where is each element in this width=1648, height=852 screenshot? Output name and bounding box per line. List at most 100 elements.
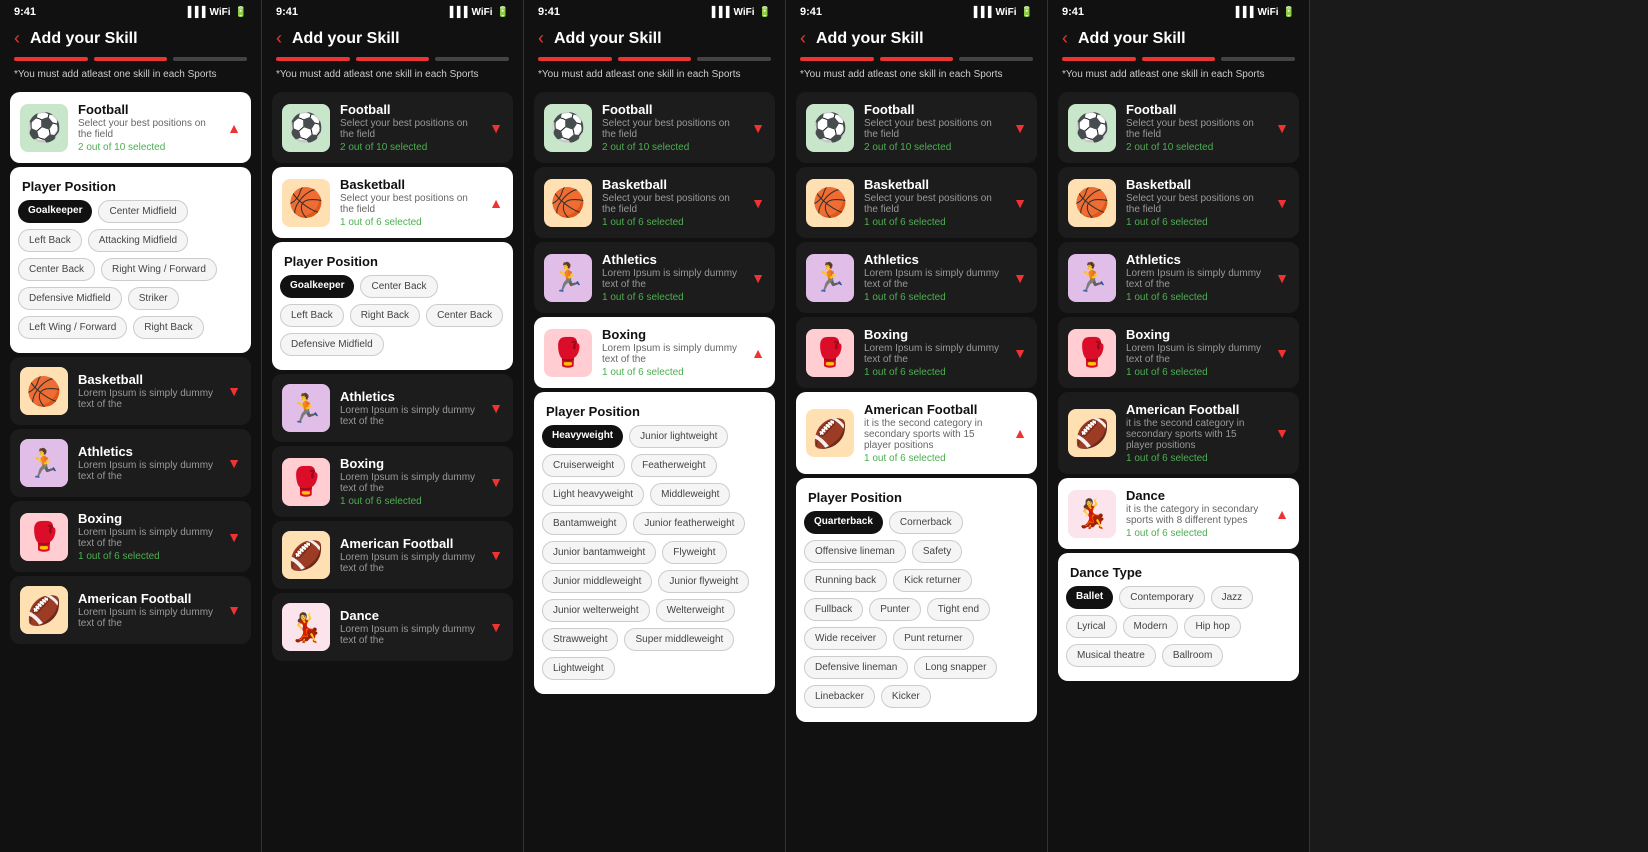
tag-0[interactable]: Quarterback	[804, 511, 883, 534]
tag-1[interactable]: Junior lightweight	[629, 425, 728, 448]
sport-card-football[interactable]: ⚽ Football Select your best positions on…	[796, 92, 1037, 163]
back-button[interactable]: ‹	[538, 28, 544, 49]
sport-card-boxing[interactable]: 🥊 Boxing Lorem Ipsum is simply dummy tex…	[1058, 317, 1299, 388]
sport-card-american-football[interactable]: 🏈 American Football Lorem Ipsum is simpl…	[272, 521, 513, 589]
tag-3[interactable]: Safety	[912, 540, 962, 563]
tag-12[interactable]: Long snapper	[914, 656, 997, 679]
sport-card-football-expanded[interactable]: ⚽ Football Select your best positions on…	[10, 92, 251, 163]
tag-14[interactable]: Strawweight	[542, 628, 618, 651]
tag-1[interactable]: Contemporary	[1119, 586, 1204, 609]
scroll-area[interactable]: ⚽ Football Select your best positions on…	[0, 88, 261, 850]
tag-8[interactable]: Left Wing / Forward	[18, 316, 127, 339]
tag-6[interactable]: Fullback	[804, 598, 863, 621]
tag-10[interactable]: Junior middleweight	[542, 570, 652, 593]
sport-card-american-football-expanded[interactable]: 🏈 American Football it is the second cat…	[796, 392, 1037, 474]
tag-7[interactable]: Junior featherweight	[633, 512, 745, 535]
tag-4[interactable]: Center Back	[18, 258, 95, 281]
tag-7[interactable]: Striker	[128, 287, 179, 310]
tag-1[interactable]: Center Back	[360, 275, 437, 298]
tag-5[interactable]: Kick returner	[893, 569, 972, 592]
back-button[interactable]: ‹	[1062, 28, 1068, 49]
tag-2[interactable]: Cruiserweight	[542, 454, 625, 477]
sport-card-boxing[interactable]: 🥊 Boxing Lorem Ipsum is simply dummy tex…	[796, 317, 1037, 388]
tag-7[interactable]: Punter	[869, 598, 920, 621]
sport-card-football[interactable]: ⚽ Football Select your best positions on…	[1058, 92, 1299, 163]
tag-15[interactable]: Super middleweight	[624, 628, 734, 651]
sport-desc: it is the second category in secondary s…	[1126, 418, 1265, 451]
tag-0[interactable]: Goalkeeper	[18, 200, 92, 223]
sport-card-athletics[interactable]: 🏃 Athletics Lorem Ipsum is simply dummy …	[10, 429, 251, 497]
tag-4[interactable]: Center Back	[426, 304, 503, 327]
tag-5[interactable]: Hip hop	[1184, 615, 1240, 638]
tag-5[interactable]: Middleweight	[650, 483, 730, 506]
sport-card-football[interactable]: ⚽ Football Select your best positions on…	[534, 92, 775, 163]
scroll-area[interactable]: ⚽ Football Select your best positions on…	[262, 88, 523, 850]
sport-desc: Select your best positions on the field	[864, 118, 1003, 140]
sport-icon: 🏈	[1068, 409, 1116, 457]
sport-desc: Lorem Ipsum is simply dummy text of the	[78, 607, 217, 629]
tag-12[interactable]: Junior welterweight	[542, 599, 650, 622]
tag-8[interactable]: Junior bantamweight	[542, 541, 656, 564]
tag-1[interactable]: Center Midfield	[98, 200, 187, 223]
tag-11[interactable]: Junior flyweight	[658, 570, 749, 593]
sport-card-boxing[interactable]: 🥊 Boxing Lorem Ipsum is simply dummy tex…	[10, 501, 251, 572]
scroll-area[interactable]: ⚽ Football Select your best positions on…	[786, 88, 1047, 850]
tag-3[interactable]: Right Back	[350, 304, 420, 327]
tag-6[interactable]: Defensive Midfield	[18, 287, 122, 310]
tag-13[interactable]: Linebacker	[804, 685, 875, 708]
tag-2[interactable]: Left Back	[18, 229, 82, 252]
sport-icon: 🏃	[544, 254, 592, 302]
sport-card-athletics[interactable]: 🏃 Athletics Lorem Ipsum is simply dummy …	[796, 242, 1037, 313]
sport-card-football[interactable]: ⚽ Football Select your best positions on…	[272, 92, 513, 163]
tag-10[interactable]: Punt returner	[893, 627, 973, 650]
tag-2[interactable]: Jazz	[1211, 586, 1254, 609]
scroll-area[interactable]: ⚽ Football Select your best positions on…	[1048, 88, 1309, 850]
tag-5[interactable]: Defensive Midfield	[280, 333, 384, 356]
sport-card-boxing[interactable]: 🥊 Boxing Lorem Ipsum is simply dummy tex…	[272, 446, 513, 517]
sport-desc: Lorem Ipsum is simply dummy text of the	[1126, 343, 1265, 365]
tag-9[interactable]: Wide receiver	[804, 627, 887, 650]
back-button[interactable]: ‹	[14, 28, 20, 49]
sport-card-basketball[interactable]: 🏀 Basketball Select your best positions …	[1058, 167, 1299, 238]
tag-4[interactable]: Running back	[804, 569, 887, 592]
tag-9[interactable]: Right Back	[133, 316, 203, 339]
tag-3[interactable]: Lyrical	[1066, 615, 1117, 638]
sport-card-boxing-expanded[interactable]: 🥊 Boxing Lorem Ipsum is simply dummy tex…	[534, 317, 775, 388]
tag-7[interactable]: Ballroom	[1162, 644, 1223, 667]
tag-3[interactable]: Featherweight	[631, 454, 716, 477]
tag-6[interactable]: Musical theatre	[1066, 644, 1156, 667]
scroll-area[interactable]: ⚽ Football Select your best positions on…	[524, 88, 785, 850]
tag-0[interactable]: Goalkeeper	[280, 275, 354, 298]
sport-card-american-football[interactable]: 🏈 American Football Lorem Ipsum is simpl…	[10, 576, 251, 644]
sport-card-basketball[interactable]: 🏀 Basketball Select your best positions …	[534, 167, 775, 238]
back-button[interactable]: ‹	[276, 28, 282, 49]
tag-13[interactable]: Welterweight	[656, 599, 736, 622]
tag-6[interactable]: Bantamweight	[542, 512, 627, 535]
sport-card-athletics[interactable]: 🏃 Athletics Lorem Ipsum is simply dummy …	[1058, 242, 1299, 313]
sport-card-athletics[interactable]: 🏃 Athletics Lorem Ipsum is simply dummy …	[534, 242, 775, 313]
sport-card-american-football[interactable]: 🏈 American Football it is the second cat…	[1058, 392, 1299, 474]
sport-card-athletics[interactable]: 🏃 Athletics Lorem Ipsum is simply dummy …	[272, 374, 513, 442]
tag-5[interactable]: Right Wing / Forward	[101, 258, 217, 281]
progress-segment-2	[1221, 57, 1295, 61]
sport-card-basketball[interactable]: 🏀 Basketball Lorem Ipsum is simply dummy…	[10, 357, 251, 425]
tag-2[interactable]: Offensive lineman	[804, 540, 906, 563]
tag-8[interactable]: Tight end	[927, 598, 990, 621]
tag-2[interactable]: Left Back	[280, 304, 344, 327]
sport-card-basketball[interactable]: 🏀 Basketball Select your best positions …	[796, 167, 1037, 238]
tag-4[interactable]: Modern	[1123, 615, 1179, 638]
chevron-icon: ▼	[227, 383, 241, 399]
tag-0[interactable]: Ballet	[1066, 586, 1113, 609]
tag-1[interactable]: Cornerback	[889, 511, 963, 534]
tag-4[interactable]: Light heavyweight	[542, 483, 644, 506]
tag-9[interactable]: Flyweight	[662, 541, 726, 564]
tag-0[interactable]: Heavyweight	[542, 425, 623, 448]
tag-16[interactable]: Lightweight	[542, 657, 615, 680]
tag-14[interactable]: Kicker	[881, 685, 931, 708]
tag-11[interactable]: Defensive lineman	[804, 656, 908, 679]
sport-card-dance-expanded[interactable]: 💃 Dance it is the category in secondary …	[1058, 478, 1299, 549]
back-button[interactable]: ‹	[800, 28, 806, 49]
tag-3[interactable]: Attacking Midfield	[88, 229, 188, 252]
sport-card-dance[interactable]: 💃 Dance Lorem Ipsum is simply dummy text…	[272, 593, 513, 661]
sport-card-basketball-expanded[interactable]: 🏀 Basketball Select your best positions …	[272, 167, 513, 238]
